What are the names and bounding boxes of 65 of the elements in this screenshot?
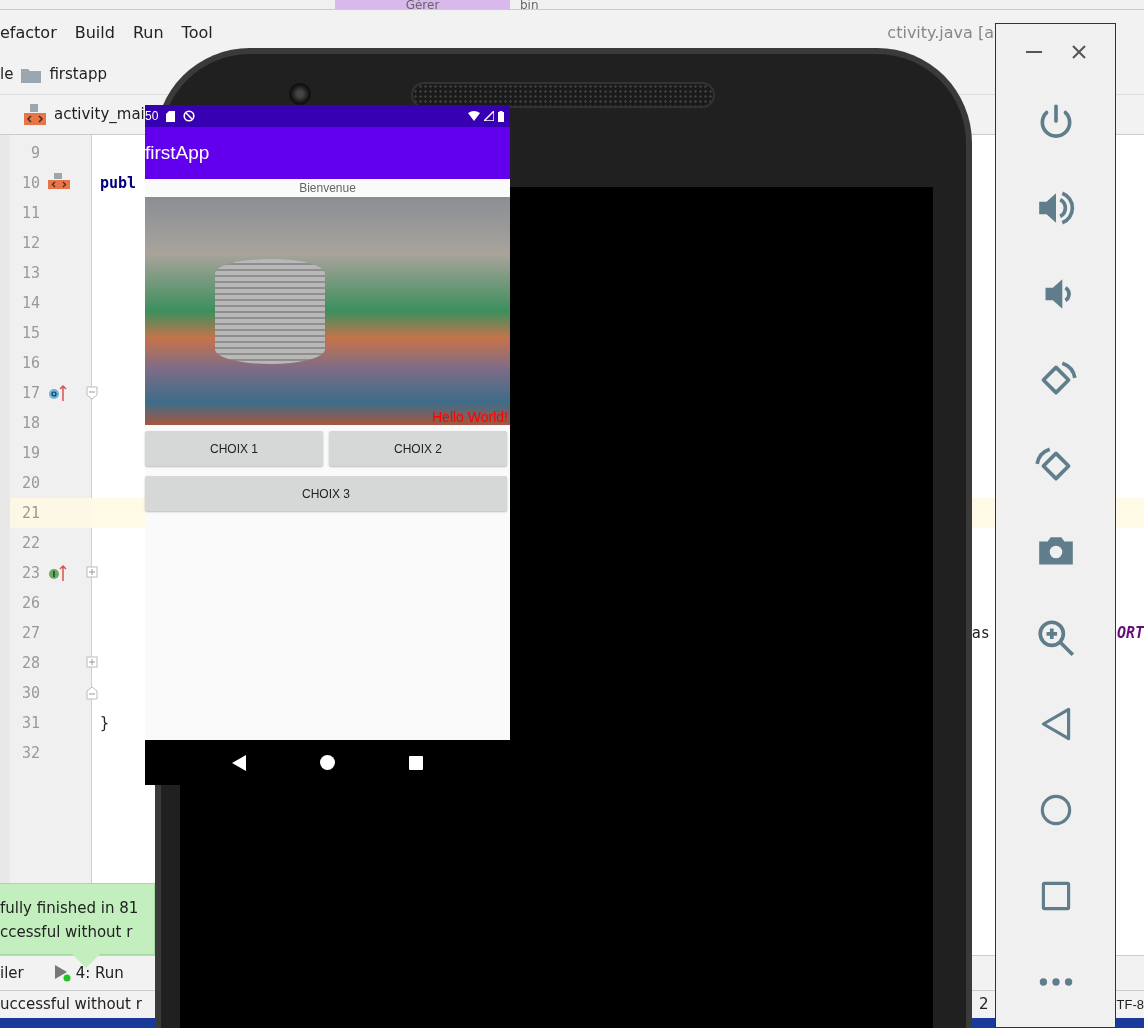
line-number: 14 [20,292,40,314]
tool-window-tab[interactable]: 4: Run [53,961,124,985]
choice-button[interactable]: CHOIX 2 [329,431,507,466]
line-number: 18 [20,412,40,434]
editor-tab[interactable]: activity_mai [54,103,145,126]
choice-button[interactable]: CHOIX 3 [145,476,507,511]
line-number: 31 [20,712,40,734]
tool-window-tab[interactable]: iler [0,961,24,985]
camera-lens [289,83,311,105]
line-number: 21 [20,502,40,524]
minimize-icon[interactable] [1025,50,1042,53]
fold-marker-icon[interactable] [86,656,98,670]
home-icon[interactable] [320,755,335,770]
notification-text: ccessful without r [0,922,134,943]
line-number: 28 [20,652,40,674]
menu-item[interactable]: Run [132,20,164,45]
battery-icon [498,110,504,122]
menu-item[interactable]: Build [74,20,115,45]
file-encoding[interactable]: TF-8 [1116,994,1144,1015]
menu-item[interactable]: Tool [181,20,213,45]
sd-card-icon [166,110,176,122]
line-number: 23 [20,562,40,584]
app-title: firstApp [145,140,210,165]
line-number: 32 [20,742,40,764]
wifi-icon [468,111,480,121]
status-time: 50 [145,109,159,125]
overview-icon[interactable] [409,755,423,770]
line-number: 20 [20,472,40,494]
cursor-position[interactable]: 2 [979,993,989,1016]
line-number: 26 [20,592,40,614]
breadcrumb-item[interactable]: le [0,63,14,86]
line-number: 27 [20,622,40,644]
fold-marker-icon[interactable] [86,386,98,400]
line-number: 13 [20,262,40,284]
folder-icon [21,66,42,83]
back-icon[interactable] [232,754,246,771]
line-number: 30 [20,682,40,704]
welcome-text: Bienvenue [298,180,357,197]
status-message: uccessful without r [0,994,142,1016]
code-text: ORT [1116,622,1144,644]
notification-text: fully finished in 81 [0,898,140,919]
signal-icon [484,111,494,121]
line-number: 10 [20,172,40,194]
code-text: } [100,712,110,734]
sync-off-icon [183,110,196,122]
code-text: publ [100,172,137,194]
line-number: 9 [29,142,40,164]
line-number: 17 [20,382,40,404]
line-number: 11 [20,202,40,224]
choice-button[interactable]: CHOIX 1 [145,431,323,466]
xml-file-icon [24,103,46,126]
line-number: 19 [20,442,40,464]
close-icon[interactable] [1071,44,1086,59]
fold-marker-icon[interactable] [86,566,98,580]
line-number: 12 [20,232,40,254]
window-tab[interactable]: bin [510,0,549,9]
line-number: 15 [20,322,40,344]
line-number: 22 [20,532,40,554]
menu-item[interactable]: efactor [0,20,57,45]
breadcrumb-item[interactable]: firstapp [49,63,107,86]
fold-marker-icon[interactable] [86,686,98,700]
code-text: as [971,622,990,644]
hello-text: Hello World! [432,409,508,425]
window-title: ctivity.java [a [887,21,994,44]
line-number: 16 [20,352,40,374]
